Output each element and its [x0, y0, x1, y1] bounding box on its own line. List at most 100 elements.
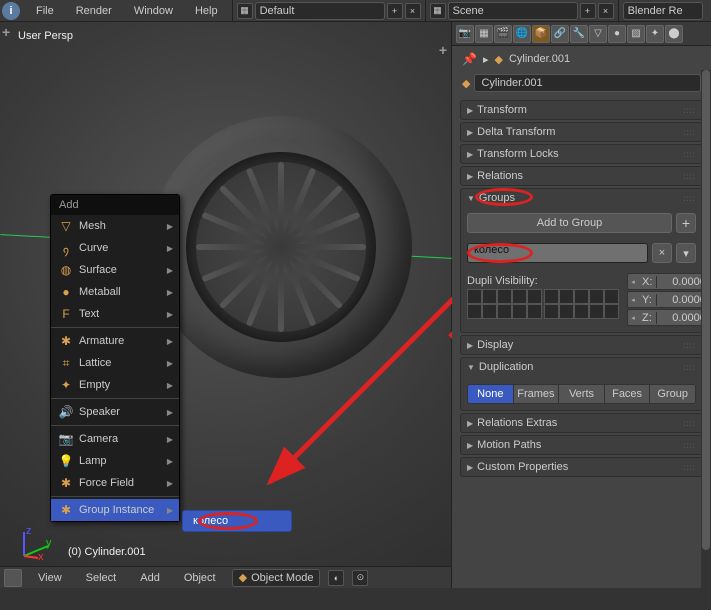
group-name-field[interactable]: колесо	[467, 243, 648, 263]
text-icon: F	[59, 307, 73, 321]
svg-text:x: x	[38, 551, 44, 560]
section-delta-transform[interactable]: ▶Delta Transform::::	[461, 123, 702, 141]
layout-add-button[interactable]: +	[387, 3, 403, 19]
scene-add-button[interactable]: +	[580, 3, 596, 19]
add-group-plus-button[interactable]: +	[676, 213, 696, 233]
layout-browse-icon[interactable]: ▦	[237, 3, 253, 19]
breadcrumb-sep: ▸	[483, 53, 489, 66]
dupli-verts[interactable]: Verts	[559, 385, 605, 403]
tab-data-icon[interactable]: ▽	[589, 25, 607, 43]
add-item-force-field[interactable]: ✱Force Field▶	[51, 472, 179, 494]
cube-icon: ◆	[494, 53, 502, 66]
add-item-camera[interactable]: 📷Camera▶	[51, 428, 179, 450]
tab-material-icon[interactable]: ●	[608, 25, 626, 43]
add-item-metaball[interactable]: ●Metaball▶	[51, 281, 179, 303]
section-transform-locks[interactable]: ▶Transform Locks::::	[461, 145, 702, 163]
tab-physics-icon[interactable]: ⬤	[665, 25, 683, 43]
offset-x-input[interactable]: ◂X:0.00000▸	[627, 273, 711, 290]
add-item-surface[interactable]: ◍Surface▶	[51, 259, 179, 281]
force-field-icon: ✱	[59, 476, 73, 490]
add-item-speaker[interactable]: 🔊Speaker▶	[51, 401, 179, 423]
footer-view[interactable]: View	[30, 572, 70, 584]
split-corner[interactable]: +	[439, 42, 447, 58]
object-name-input[interactable]	[474, 74, 701, 92]
tab-layers-icon[interactable]: ▦	[475, 25, 493, 43]
add-item-lattice[interactable]: ⌗Lattice▶	[51, 352, 179, 374]
layer-grid-1[interactable]	[467, 289, 542, 319]
group-specials-button[interactable]: ▾	[676, 243, 696, 263]
add-item-lamp[interactable]: 💡Lamp▶	[51, 450, 179, 472]
mesh-icon: ▽	[59, 219, 73, 233]
group-instance-submenu-item[interactable]: колесо	[182, 510, 292, 532]
object-mode-icon: ◆	[239, 571, 247, 584]
section-transform[interactable]: ▶Transform::::	[461, 101, 702, 119]
section-display[interactable]: ▶Display::::	[461, 336, 702, 354]
pivot-button[interactable]: ⊙	[352, 570, 368, 586]
footer-select[interactable]: Select	[78, 572, 125, 584]
section-relations-extras[interactable]: ▶Relations Extras::::	[461, 414, 702, 432]
layer-grid-2[interactable]	[544, 289, 619, 319]
pin-icon[interactable]: 📌	[462, 52, 477, 66]
menu-window[interactable]: Window	[124, 0, 183, 21]
cube-icon: ◆	[462, 77, 470, 90]
mode-dropdown[interactable]: ◆ Object Mode	[232, 569, 321, 587]
surface-icon: ◍	[59, 263, 73, 277]
tab-modifiers-icon[interactable]: 🔧	[570, 25, 588, 43]
svg-text:y: y	[46, 537, 52, 549]
menu-render[interactable]: Render	[66, 0, 122, 21]
svg-text:z: z	[26, 528, 32, 537]
split-corner[interactable]: +	[2, 24, 10, 40]
footer-add[interactable]: Add	[132, 572, 168, 584]
menu-help[interactable]: Help	[185, 0, 228, 21]
remove-group-button[interactable]: ×	[652, 243, 672, 263]
info-icon[interactable]: i	[2, 2, 20, 20]
add-item-text[interactable]: FText▶	[51, 303, 179, 325]
add-item-empty[interactable]: ✦Empty▶	[51, 374, 179, 396]
active-object-label: (0) Cylinder.001	[68, 546, 146, 558]
add-item-curve[interactable]: ᠀Curve▶	[51, 237, 179, 259]
tab-render-icon[interactable]: 📷	[456, 25, 474, 43]
section-relations[interactable]: ▶Relations::::	[461, 167, 702, 185]
menu-file[interactable]: File	[26, 0, 64, 21]
dupli-frames[interactable]: Frames	[514, 385, 560, 403]
tab-scene-icon[interactable]: 🎬	[494, 25, 512, 43]
render-engine-dropdown[interactable]: Blender Re	[623, 2, 703, 20]
add-menu: Add ▽Mesh▶᠀Curve▶◍Surface▶●Metaball▶FTex…	[50, 194, 180, 522]
section-custom-properties[interactable]: ▶Custom Properties::::	[461, 458, 702, 476]
dupli-faces[interactable]: Faces	[605, 385, 651, 403]
scene-dropdown[interactable]: Scene	[448, 2, 578, 20]
footer-object[interactable]: Object	[176, 572, 224, 584]
add-to-group-button[interactable]: Add to Group	[467, 213, 672, 233]
scene-remove-button[interactable]: ×	[598, 3, 614, 19]
dupli-none[interactable]: None	[468, 385, 514, 403]
add-item-group-instance[interactable]: ✱Group Instance▶	[51, 499, 179, 521]
tab-constraints-icon[interactable]: 🔗	[551, 25, 569, 43]
layout-dropdown[interactable]: Default	[255, 2, 385, 20]
camera-icon: 📷	[59, 432, 73, 446]
offset-z-input[interactable]: ◂Z:0.00000▸	[627, 309, 711, 326]
lattice-icon: ⌗	[59, 356, 73, 370]
tab-world-icon[interactable]: 🌐	[513, 25, 531, 43]
add-item-mesh[interactable]: ▽Mesh▶	[51, 215, 179, 237]
editor-type-icon[interactable]	[4, 569, 22, 587]
section-groups[interactable]: ▼Groups::::	[461, 189, 702, 207]
dupli-group[interactable]: Group	[650, 385, 695, 403]
speaker-icon: 🔊	[59, 405, 73, 419]
tab-texture-icon[interactable]: ▨	[627, 25, 645, 43]
dupli-visibility-label: Dupli Visibility:	[467, 273, 619, 287]
layout-remove-button[interactable]: ×	[405, 3, 421, 19]
scrollbar[interactable]	[701, 70, 711, 588]
add-item-armature[interactable]: ✱Armature▶	[51, 330, 179, 352]
armature-icon: ✱	[59, 334, 73, 348]
view-label: User Persp	[18, 30, 73, 42]
scene-browse-icon[interactable]: ▦	[430, 3, 446, 19]
section-motion-paths[interactable]: ▶Motion Paths::::	[461, 436, 702, 454]
3d-viewport[interactable]: User Persp + + Add ▽Mesh▶᠀Curve▶◍Surface…	[0, 22, 452, 588]
offset-y-input[interactable]: ◂Y:0.00000▸	[627, 291, 711, 308]
shading-button[interactable]: ◐	[328, 570, 344, 586]
axis-gizmo: z y x	[20, 528, 52, 560]
section-duplication[interactable]: ▼Duplication::::	[461, 358, 702, 376]
lamp-icon: 💡	[59, 454, 73, 468]
tab-object-icon[interactable]: 📦	[532, 25, 550, 43]
tab-particles-icon[interactable]: ✦	[646, 25, 664, 43]
